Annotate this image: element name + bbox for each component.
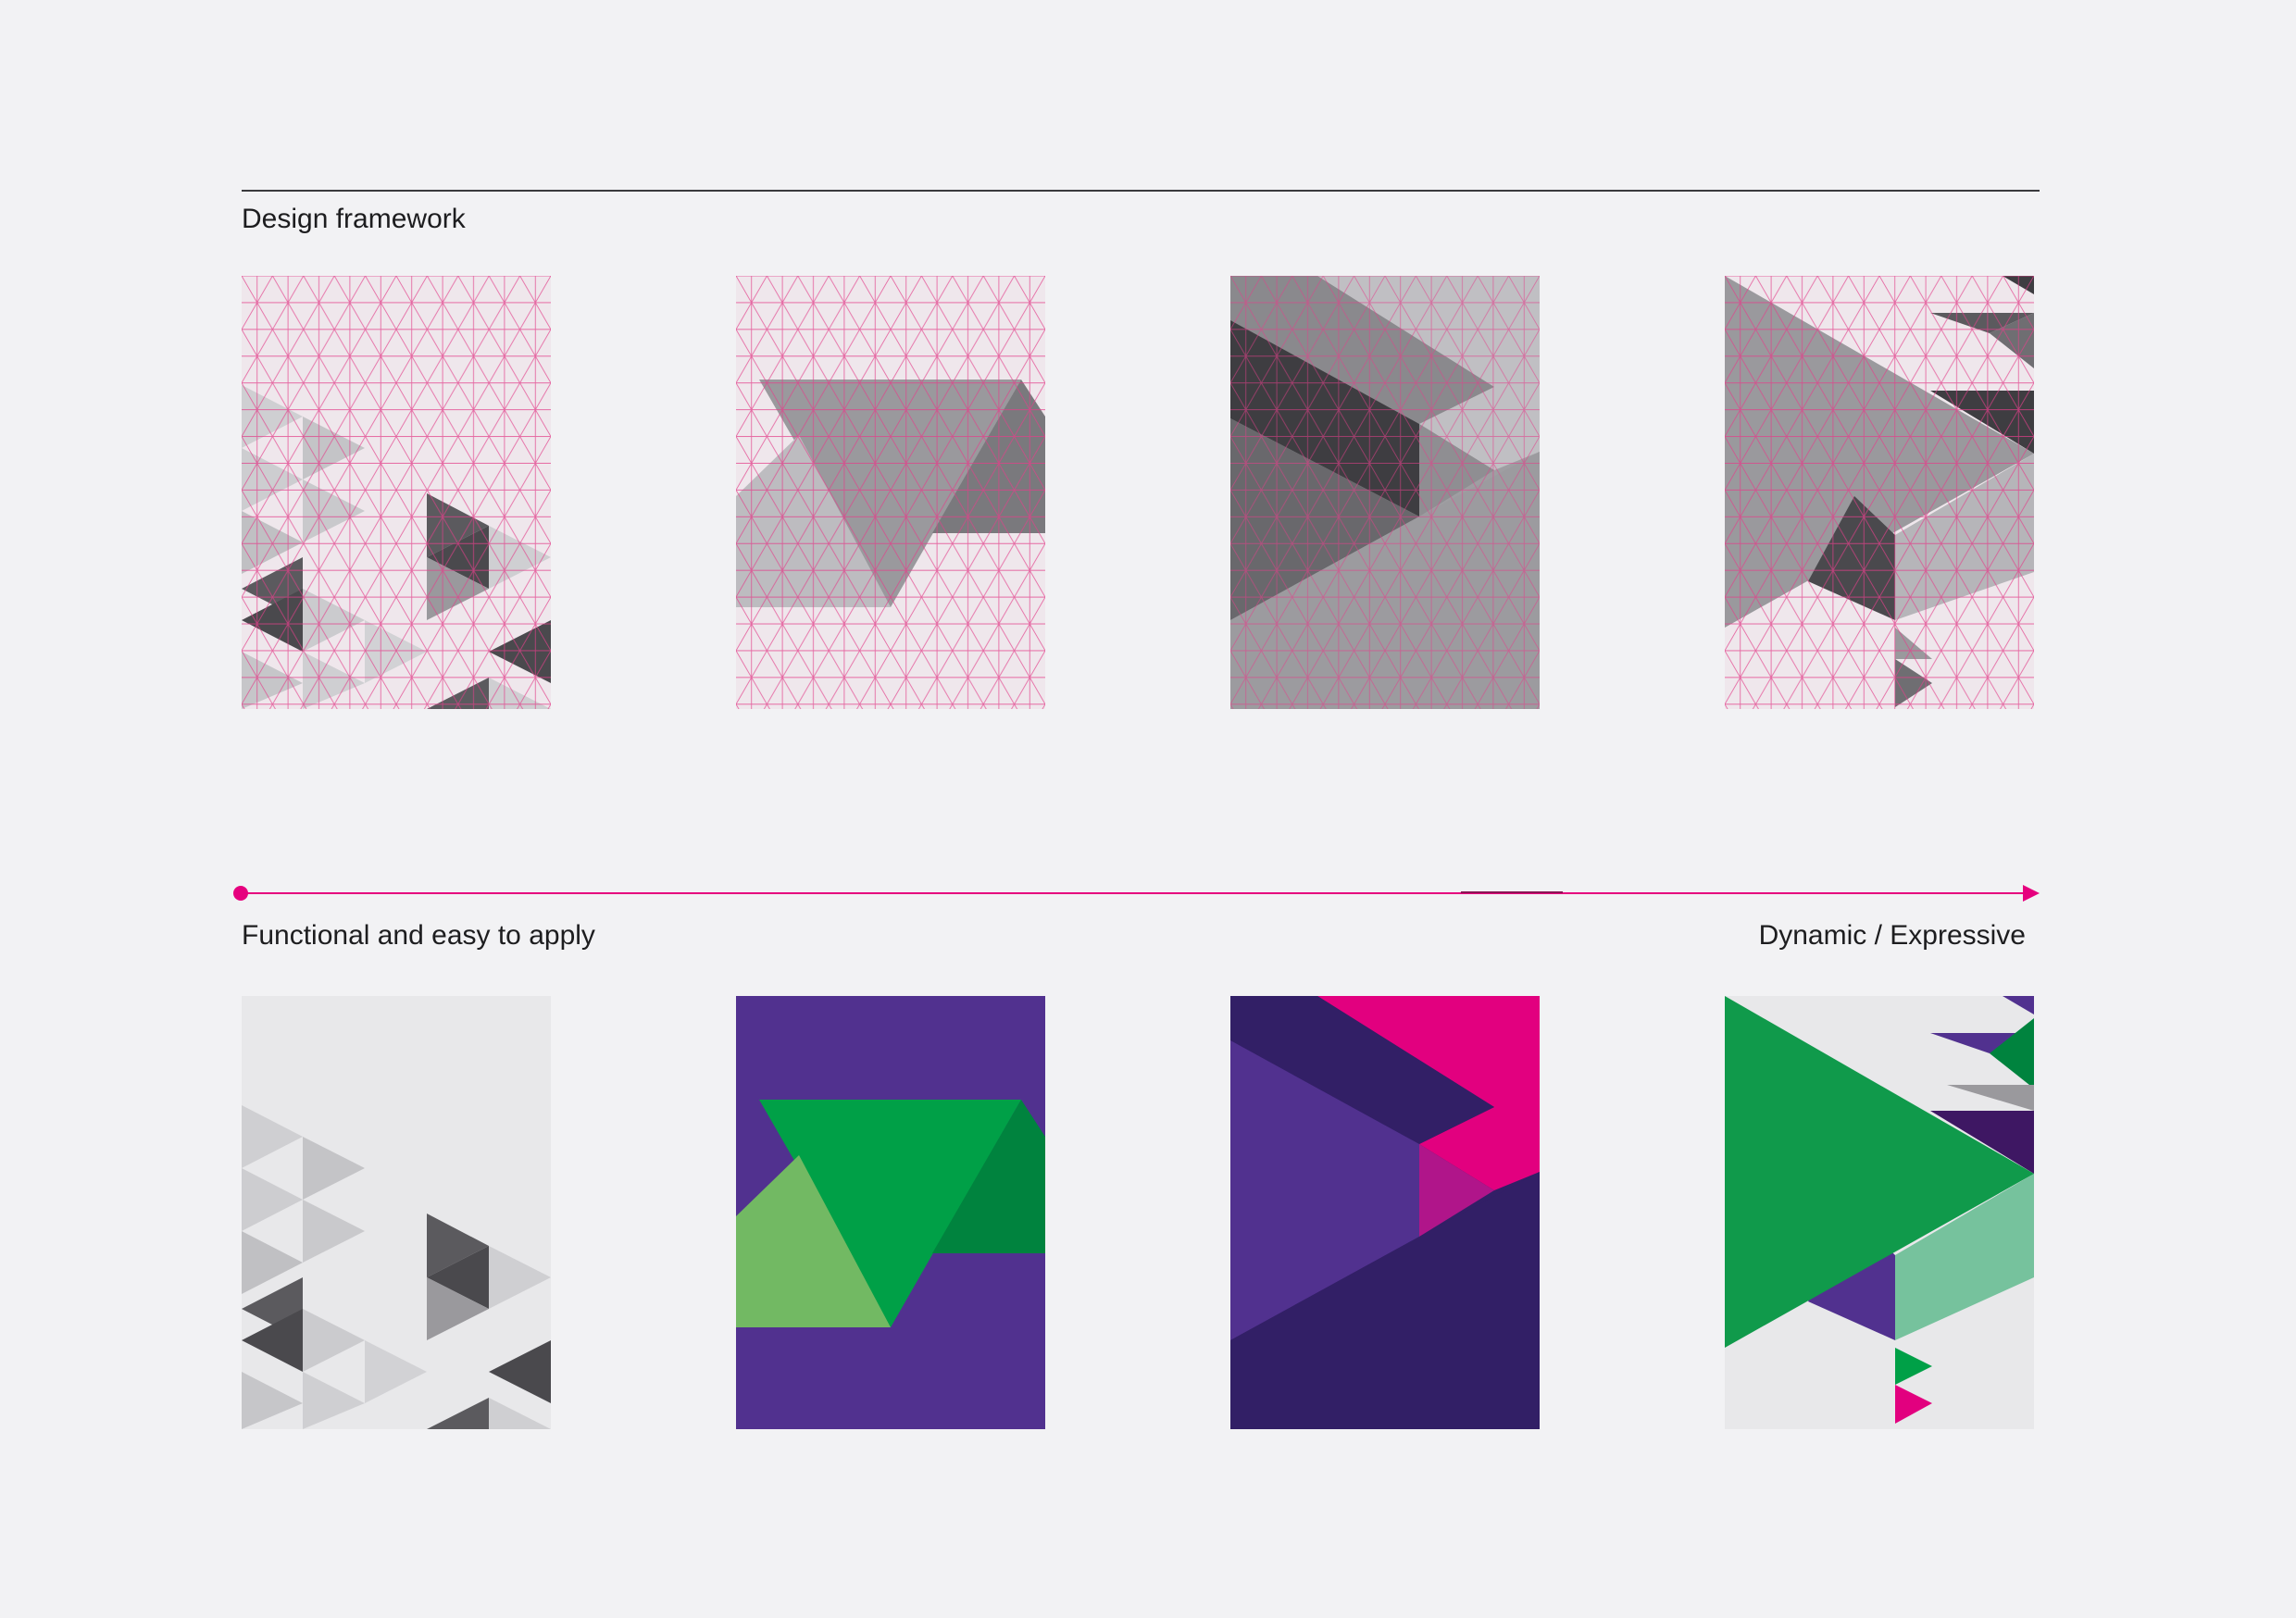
applied-panel-2 xyxy=(736,996,1045,1429)
scale-label-functional: Functional and easy to apply xyxy=(242,920,595,951)
arrowhead-icon xyxy=(2023,885,2040,902)
start-dot-icon xyxy=(233,886,248,901)
framework-panel-2 xyxy=(736,276,1045,709)
framework-panel-1 xyxy=(242,276,551,709)
applied-panel-4 xyxy=(1725,996,2034,1429)
section-heading: Design framework xyxy=(242,204,466,234)
scale-label-dynamic: Dynamic / Expressive xyxy=(1758,920,2026,951)
applied-panel-1 xyxy=(242,996,551,1429)
top-divider xyxy=(242,190,2040,192)
framework-panel-4 xyxy=(1725,276,2034,709)
spectrum-arrow xyxy=(233,885,2040,902)
framework-panel-3 xyxy=(1230,276,1540,709)
applied-panel-3 xyxy=(1230,996,1540,1429)
